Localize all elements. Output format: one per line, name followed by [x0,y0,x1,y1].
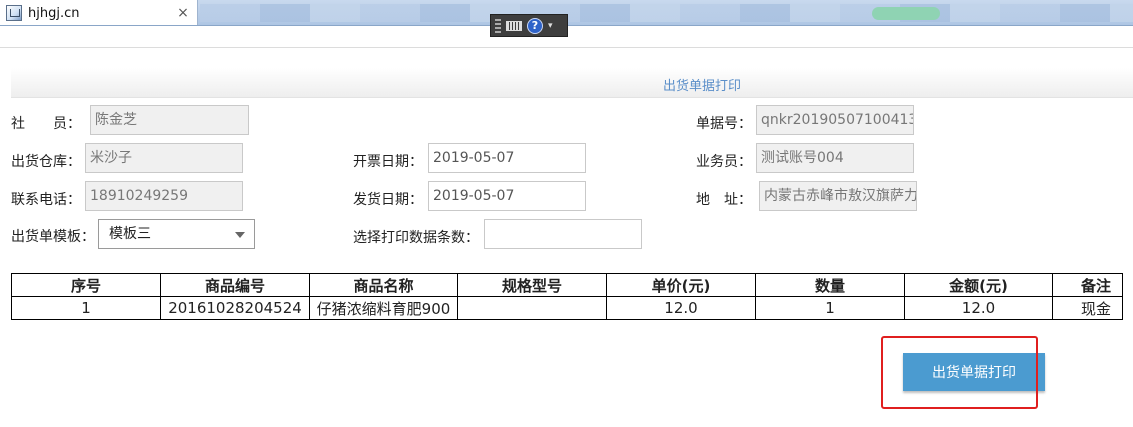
table-cell: 1 [755,296,905,320]
table-header-row: 序号 商品编号 商品名称 规格型号 单价(元) 数量 金额(元) 备注 [11,273,1123,297]
page-title: 出货单据打印 [662,79,741,94]
address-field: 内蒙古赤峰市敖汉旗萨力 [759,181,917,211]
warehouse-field: 米沙子 [85,143,243,173]
table-row: 1 20161028204524 仔猪浓缩料育肥900 12.0 1 12.0 … [11,296,1123,320]
column-header: 备注 [1052,273,1123,297]
table-cell: 12.0 [606,296,756,320]
column-header: 商品名称 [309,273,458,297]
goods-table: 序号 商品编号 商品名称 规格型号 单价(元) 数量 金额(元) 备注 1 20… [11,273,1123,320]
template-label: 出货单模板： [11,229,95,245]
title-band: 出货单据打印 [11,68,1133,98]
doc-no-label: 单据号： [696,116,752,132]
address-label: 地 址： [696,192,752,208]
column-header: 单价(元) [606,273,756,297]
column-header: 商品编号 [160,273,310,297]
dropdown-icon[interactable]: ▾ [548,21,553,31]
template-select[interactable]: 模板三 [98,219,255,249]
grip-icon[interactable] [495,18,501,33]
table-cell: 12.0 [904,296,1053,320]
ship-date-field[interactable]: 2019-05-07 [428,181,586,211]
table-cell [457,296,607,320]
divider [0,47,1133,48]
chevron-down-icon [235,232,245,238]
template-select-value: 模板三 [109,226,151,242]
highlight-frame [881,336,1038,409]
tab-close-icon[interactable]: × [175,5,191,21]
browser-tab[interactable]: hjhgj.cn × [0,0,198,25]
site-favicon-icon [6,5,22,21]
table-cell: 20161028204524 [160,296,310,320]
print-count-label: 选择打印数据条数： [353,230,479,246]
tab-strip-background [200,4,1133,22]
floating-toolbar: ? ▾ [490,14,568,37]
column-header: 序号 [11,273,161,297]
phone-field: 18910249259 [85,181,243,211]
table-cell: 现金 [1052,296,1123,320]
table-cell: 仔猪浓缩料育肥900 [309,296,458,320]
column-header: 规格型号 [457,273,607,297]
column-header: 数量 [755,273,905,297]
warehouse-label: 出货仓库： [11,154,81,170]
salesman-label: 业务员： [696,154,752,170]
ship-date-label: 发货日期： [353,192,423,208]
help-icon[interactable]: ? [527,17,543,34]
print-count-input[interactable] [484,219,642,249]
browser-tab-title: hjhgj.cn [28,5,80,21]
member-label: 社 员： [11,116,81,132]
salesman-field: 测试账号004 [756,143,914,173]
invoice-date-field[interactable]: 2019-05-07 [428,143,586,173]
table-cell: 1 [11,296,161,320]
phone-label: 联系电话： [11,192,81,208]
column-header: 金额(元) [904,273,1053,297]
member-field: 陈金芝 [90,105,249,135]
tab-strip-indicator [872,7,940,20]
invoice-date-label: 开票日期： [353,154,423,170]
doc-no-field: qnkr20190507100413 [756,105,914,135]
keyboard-icon[interactable] [506,20,522,31]
